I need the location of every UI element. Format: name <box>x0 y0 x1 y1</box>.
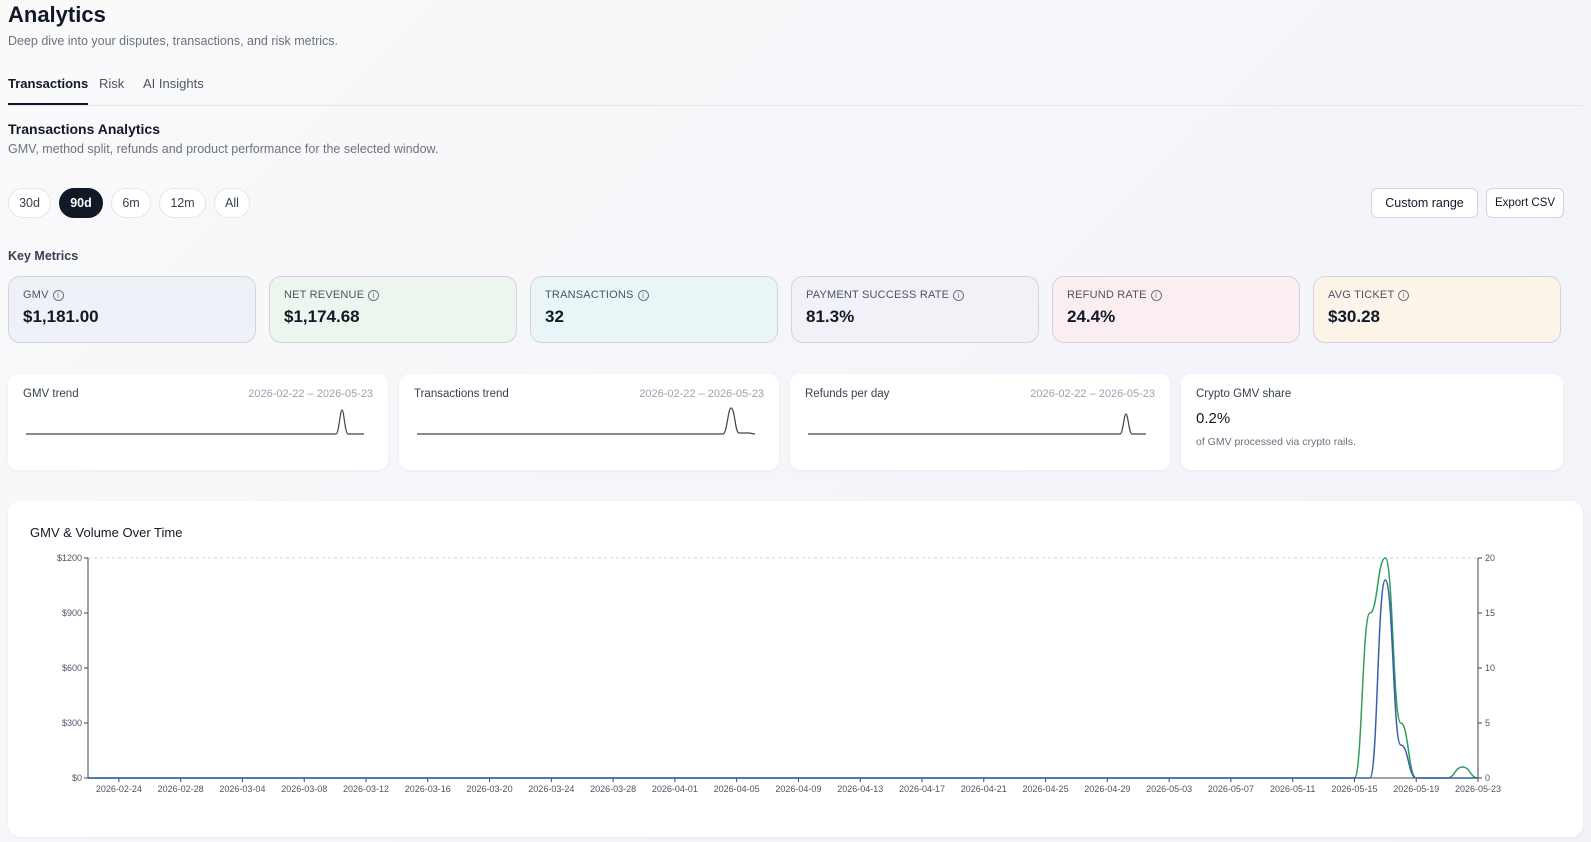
metric-card-payment-success-rate: PAYMENT SUCCESS RATE i 81.3% <box>791 276 1039 343</box>
y-left-tick-label: $1200 <box>57 553 82 563</box>
x-tick-label: 2026-05-19 <box>1393 784 1439 794</box>
x-tick-label: 2026-03-04 <box>219 784 265 794</box>
metric-label: GMV <box>23 289 49 301</box>
key-metrics-title: Key Metrics <box>8 249 79 263</box>
transactions-trend-card: Transactions trend 2026-02-22 – 2026-05-… <box>399 374 779 470</box>
custom-range-button[interactable]: Custom range <box>1371 188 1478 218</box>
metric-value: $1,174.68 <box>284 307 360 326</box>
metric-label: NET REVENUE <box>284 289 365 301</box>
metric-value: 32 <box>545 307 564 326</box>
range-all-button[interactable]: All <box>214 188 250 218</box>
x-tick-label: 2026-04-25 <box>1023 784 1069 794</box>
metric-card-net-revenue: NET REVENUE i $1,174.68 <box>269 276 517 343</box>
range-30d-button[interactable]: 30d <box>8 188 51 218</box>
transactions-sparkline <box>417 407 756 435</box>
crypto-gmv-share-card: Crypto GMV share 0.2% of GMV processed v… <box>1181 374 1563 470</box>
x-tick-label: 2026-02-28 <box>158 784 204 794</box>
gmv-series-line <box>88 557 1479 779</box>
y-left-tick-label: $300 <box>62 718 82 728</box>
x-tick-label: 2026-04-01 <box>652 784 698 794</box>
spark-dates: 2026-02-22 – 2026-05-23 <box>248 388 373 400</box>
export-csv-button[interactable]: Export CSV <box>1486 188 1564 218</box>
crypto-title: Crypto GMV share <box>1196 388 1292 400</box>
page-title: Analytics <box>8 2 106 27</box>
volume-series-line <box>88 579 1478 779</box>
info-icon[interactable]: i <box>1150 289 1162 301</box>
tab-ai-insights[interactable]: AI Insights <box>143 76 204 103</box>
refunds-sparkline <box>808 413 1146 435</box>
info-icon[interactable]: i <box>637 289 649 301</box>
metric-value: $1,181.00 <box>23 307 99 326</box>
x-tick-label: 2026-05-07 <box>1208 784 1254 794</box>
section-title: Transactions Analytics <box>8 121 160 137</box>
x-tick-label: 2026-05-15 <box>1331 784 1377 794</box>
gmv-trend-card: GMV trend 2026-02-22 – 2026-05-23 <box>8 374 388 470</box>
info-icon[interactable]: i <box>1398 289 1410 301</box>
metric-card-transactions: TRANSACTIONS i 32 <box>530 276 778 343</box>
crypto-caption: of GMV processed via crypto rails. <box>1196 436 1356 448</box>
x-tick-label: 2026-05-11 <box>1270 784 1315 794</box>
x-tick-label: 2026-03-28 <box>590 784 636 794</box>
y-right-tick-label: 10 <box>1485 663 1495 673</box>
metric-card-gmv: GMV i $1,181.00 <box>8 276 256 343</box>
x-tick-label: 2026-02-24 <box>96 784 142 794</box>
x-tick-label: 2026-03-24 <box>528 784 574 794</box>
metric-card-avg-ticket: AVG TICKET i $30.28 <box>1313 276 1561 343</box>
info-icon[interactable]: i <box>52 289 64 301</box>
metric-value: 81.3% <box>806 307 855 326</box>
tab-transactions[interactable]: Transactions <box>8 76 89 105</box>
info-icon[interactable]: i <box>368 289 380 301</box>
x-tick-label: 2026-05-23 <box>1455 784 1501 794</box>
metric-label: REFUND RATE <box>1067 289 1147 301</box>
x-tick-label: 2026-03-20 <box>467 784 513 794</box>
y-left-tick-label: $600 <box>62 663 82 673</box>
crypto-value: 0.2% <box>1196 410 1231 427</box>
metric-card-refund-rate: REFUND RATE i 24.4% <box>1052 276 1300 343</box>
y-right-tick-label: 0 <box>1485 773 1490 783</box>
range-12m-button[interactable]: 12m <box>159 188 206 218</box>
x-tick-label: 2026-04-13 <box>837 784 883 794</box>
refunds-per-day-card: Refunds per day 2026-02-22 – 2026-05-23 <box>790 374 1170 470</box>
x-tick-label: 2026-04-21 <box>961 784 1007 794</box>
metric-value: $30.28 <box>1328 307 1380 326</box>
tab-bar: Transactions Risk AI Insights <box>8 72 1583 106</box>
y-left-tick-label: $900 <box>62 608 82 618</box>
gmv-sparkline <box>26 409 364 435</box>
spark-title: Transactions trend <box>414 388 509 400</box>
x-tick-label: 2026-03-08 <box>281 784 327 794</box>
y-left-tick-label: $0 <box>72 773 82 783</box>
metric-label: PAYMENT SUCCESS RATE <box>806 289 950 301</box>
spark-dates: 2026-02-22 – 2026-05-23 <box>639 388 764 400</box>
gmv-volume-chart-card: GMV & Volume Over Time $0 $300 $600 $900 $12… <box>8 501 1583 837</box>
y-right-tick-label: 15 <box>1485 608 1495 618</box>
range-6m-button[interactable]: 6m <box>111 188 151 218</box>
x-tick-label: 2026-04-29 <box>1084 784 1130 794</box>
x-tick-label: 2026-03-16 <box>405 784 451 794</box>
tab-risk[interactable]: Risk <box>99 76 124 103</box>
section-subtitle: GMV, method split, refunds and product p… <box>8 142 439 156</box>
spark-title: GMV trend <box>23 388 79 400</box>
x-tick-label: 2026-04-17 <box>899 784 945 794</box>
gmv-volume-chart: $0 $300 $600 $900 $1200 0 5 10 15 20 2026-02-24 20… <box>57 553 1501 794</box>
metric-value: 24.4% <box>1067 307 1116 326</box>
y-right-tick-label: 5 <box>1485 718 1490 728</box>
page-subtitle: Deep dive into your disputes, transactio… <box>8 34 339 48</box>
range-90d-button[interactable]: 90d <box>59 188 103 218</box>
x-tick-label: 2026-05-03 <box>1146 784 1192 794</box>
metric-label: AVG TICKET <box>1328 289 1395 301</box>
info-icon[interactable]: i <box>953 289 965 301</box>
y-right-tick-label: 20 <box>1485 553 1495 563</box>
metric-label: TRANSACTIONS <box>545 289 634 301</box>
x-tick-label: 2026-03-12 <box>343 784 389 794</box>
spark-dates: 2026-02-22 – 2026-05-23 <box>1030 388 1155 400</box>
x-tick-label: 2026-04-05 <box>714 784 760 794</box>
spark-title: Refunds per day <box>805 388 890 400</box>
x-tick-label: 2026-04-09 <box>775 784 821 794</box>
